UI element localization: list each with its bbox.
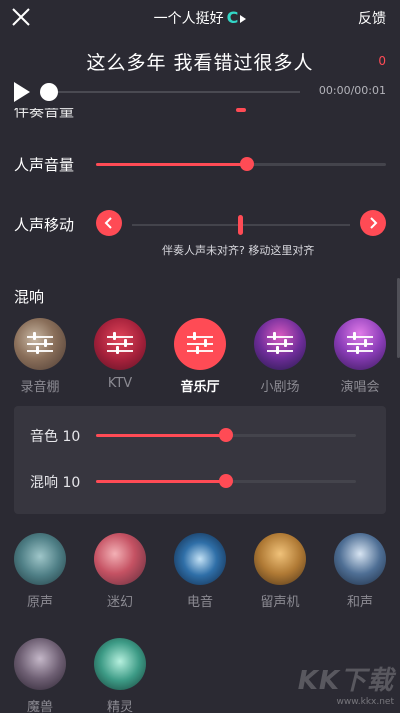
voice-effect-gramophone[interactable]: 留声机 — [254, 533, 306, 610]
tone-label: 音色 10 — [30, 429, 81, 445]
song-title: 一个人挺好 C — [0, 8, 400, 28]
voice-effect-label: 精灵 — [106, 700, 133, 713]
reverb-amount-label: 混响 10 — [30, 475, 81, 491]
vocal-shift-label: 人声移动 — [14, 216, 75, 234]
voice-effect-label: 原声 — [26, 595, 53, 610]
reverb-params-panel: 音色 10 混响 10 — [14, 406, 386, 514]
vocal-shift-track[interactable] — [132, 215, 350, 235]
warcraft-thumbnail — [14, 638, 66, 690]
vocal-volume-fill — [96, 163, 247, 166]
reverb-item-label: 演唱会 — [340, 380, 380, 395]
play-icon[interactable] — [14, 82, 30, 102]
equalizer-icon — [187, 332, 213, 355]
vocal-volume-slider[interactable] — [96, 157, 386, 171]
c-logo-icon: C — [226, 8, 239, 27]
electronic-thumbnail — [174, 533, 226, 585]
reverb-item-concert-hall[interactable]: 音乐厅 — [174, 318, 226, 395]
tone-fill — [96, 434, 226, 437]
reverb-amount-slider[interactable] — [96, 474, 356, 488]
reverb-item-studio[interactable]: 录音棚 — [14, 318, 66, 395]
original-thumbnail — [14, 533, 66, 585]
reverb-amount-fill — [96, 480, 226, 483]
voice-effect-label: 魔兽 — [26, 700, 53, 713]
elf-thumbnail — [94, 638, 146, 690]
reverb-amount-knob[interactable] — [219, 474, 233, 488]
small-theater-thumbnail — [254, 318, 306, 370]
voice-effect-original[interactable]: 原声 — [14, 533, 66, 610]
accompaniment-volume-knob[interactable] — [236, 108, 246, 112]
gramophone-thumbnail — [254, 533, 306, 585]
voice-effect-psychedelic[interactable]: 迷幻 — [94, 533, 146, 610]
accompaniment-volume-label-cut: 伴奏音量 — [14, 108, 75, 120]
voice-effect-harmony[interactable]: 和声 — [334, 533, 386, 610]
voice-effect-label: 电音 — [186, 595, 213, 610]
reverb-title: 混响 — [14, 288, 45, 306]
equalizer-icon — [107, 332, 133, 355]
song-title-text: 一个人挺好 — [153, 11, 224, 27]
lyric-line: 这么多年 我看错过很多人 — [86, 52, 314, 74]
reverb-item-label: KTV — [107, 376, 133, 391]
ktv-thumbnail — [94, 318, 146, 370]
top-bar: 一个人挺好 C 反馈 — [0, 0, 400, 36]
time-readout: 00:00/00:01 — [318, 84, 386, 97]
psychedelic-thumbnail — [94, 533, 146, 585]
harmony-thumbnail — [334, 533, 386, 585]
voice-effect-elf[interactable]: 精灵 — [94, 638, 146, 713]
shift-right-button[interactable] — [360, 210, 386, 236]
shift-left-button[interactable] — [96, 210, 122, 236]
vocal-volume-knob[interactable] — [239, 157, 254, 171]
vocal-shift-marker[interactable] — [238, 215, 243, 235]
voice-effect-label: 留声机 — [260, 595, 300, 610]
title-play-icon — [240, 15, 247, 23]
reverb-item-label: 小剧场 — [260, 380, 300, 395]
watermark-logo: KK下载 — [297, 666, 394, 696]
vocal-volume-label: 人声音量 — [14, 156, 75, 174]
feedback-button[interactable]: 反馈 — [358, 8, 386, 28]
shift-hint: 伴奏人声未对齐? 移动这里对齐 — [162, 244, 315, 257]
reverb-item-label: 录音棚 — [20, 380, 60, 395]
progress-knob[interactable] — [40, 83, 58, 101]
lyric-count: 0 — [378, 54, 386, 68]
voice-effect-label: 迷幻 — [106, 595, 133, 610]
equalizer-icon — [267, 332, 293, 355]
chevron-left-icon — [104, 217, 112, 229]
concert-hall-thumbnail — [174, 318, 226, 370]
tone-knob[interactable] — [219, 428, 233, 442]
tone-slider[interactable] — [96, 428, 356, 442]
concert-thumbnail — [334, 318, 386, 370]
player-bar: 00:00/00:01 — [0, 78, 400, 108]
voice-effect-label: 和声 — [346, 595, 373, 610]
chevron-right-icon — [370, 217, 378, 229]
reverb-item-small-theater[interactable]: 小剧场 — [254, 318, 306, 395]
reverb-item-concert[interactable]: 演唱会 — [334, 318, 386, 395]
watermark-url: www.kkx.net — [336, 697, 395, 707]
voice-effect-electronic[interactable]: 电音 — [174, 533, 226, 610]
watermark: KK下载 www.kkx.net — [298, 660, 394, 707]
reverb-item-ktv[interactable]: KTV — [94, 318, 146, 391]
equalizer-icon — [27, 332, 53, 355]
settings-panel: 伴奏音量 人声音量 人声移动 伴奏人声未对齐? 移动这里对齐 混响 录音棚 KT… — [0, 108, 400, 713]
studio-thumbnail — [14, 318, 66, 370]
reverb-item-label: 音乐厅 — [180, 380, 220, 395]
progress-track[interactable] — [52, 91, 300, 93]
voice-effect-warcraft[interactable]: 魔兽 — [14, 638, 66, 713]
equalizer-icon — [347, 332, 373, 355]
